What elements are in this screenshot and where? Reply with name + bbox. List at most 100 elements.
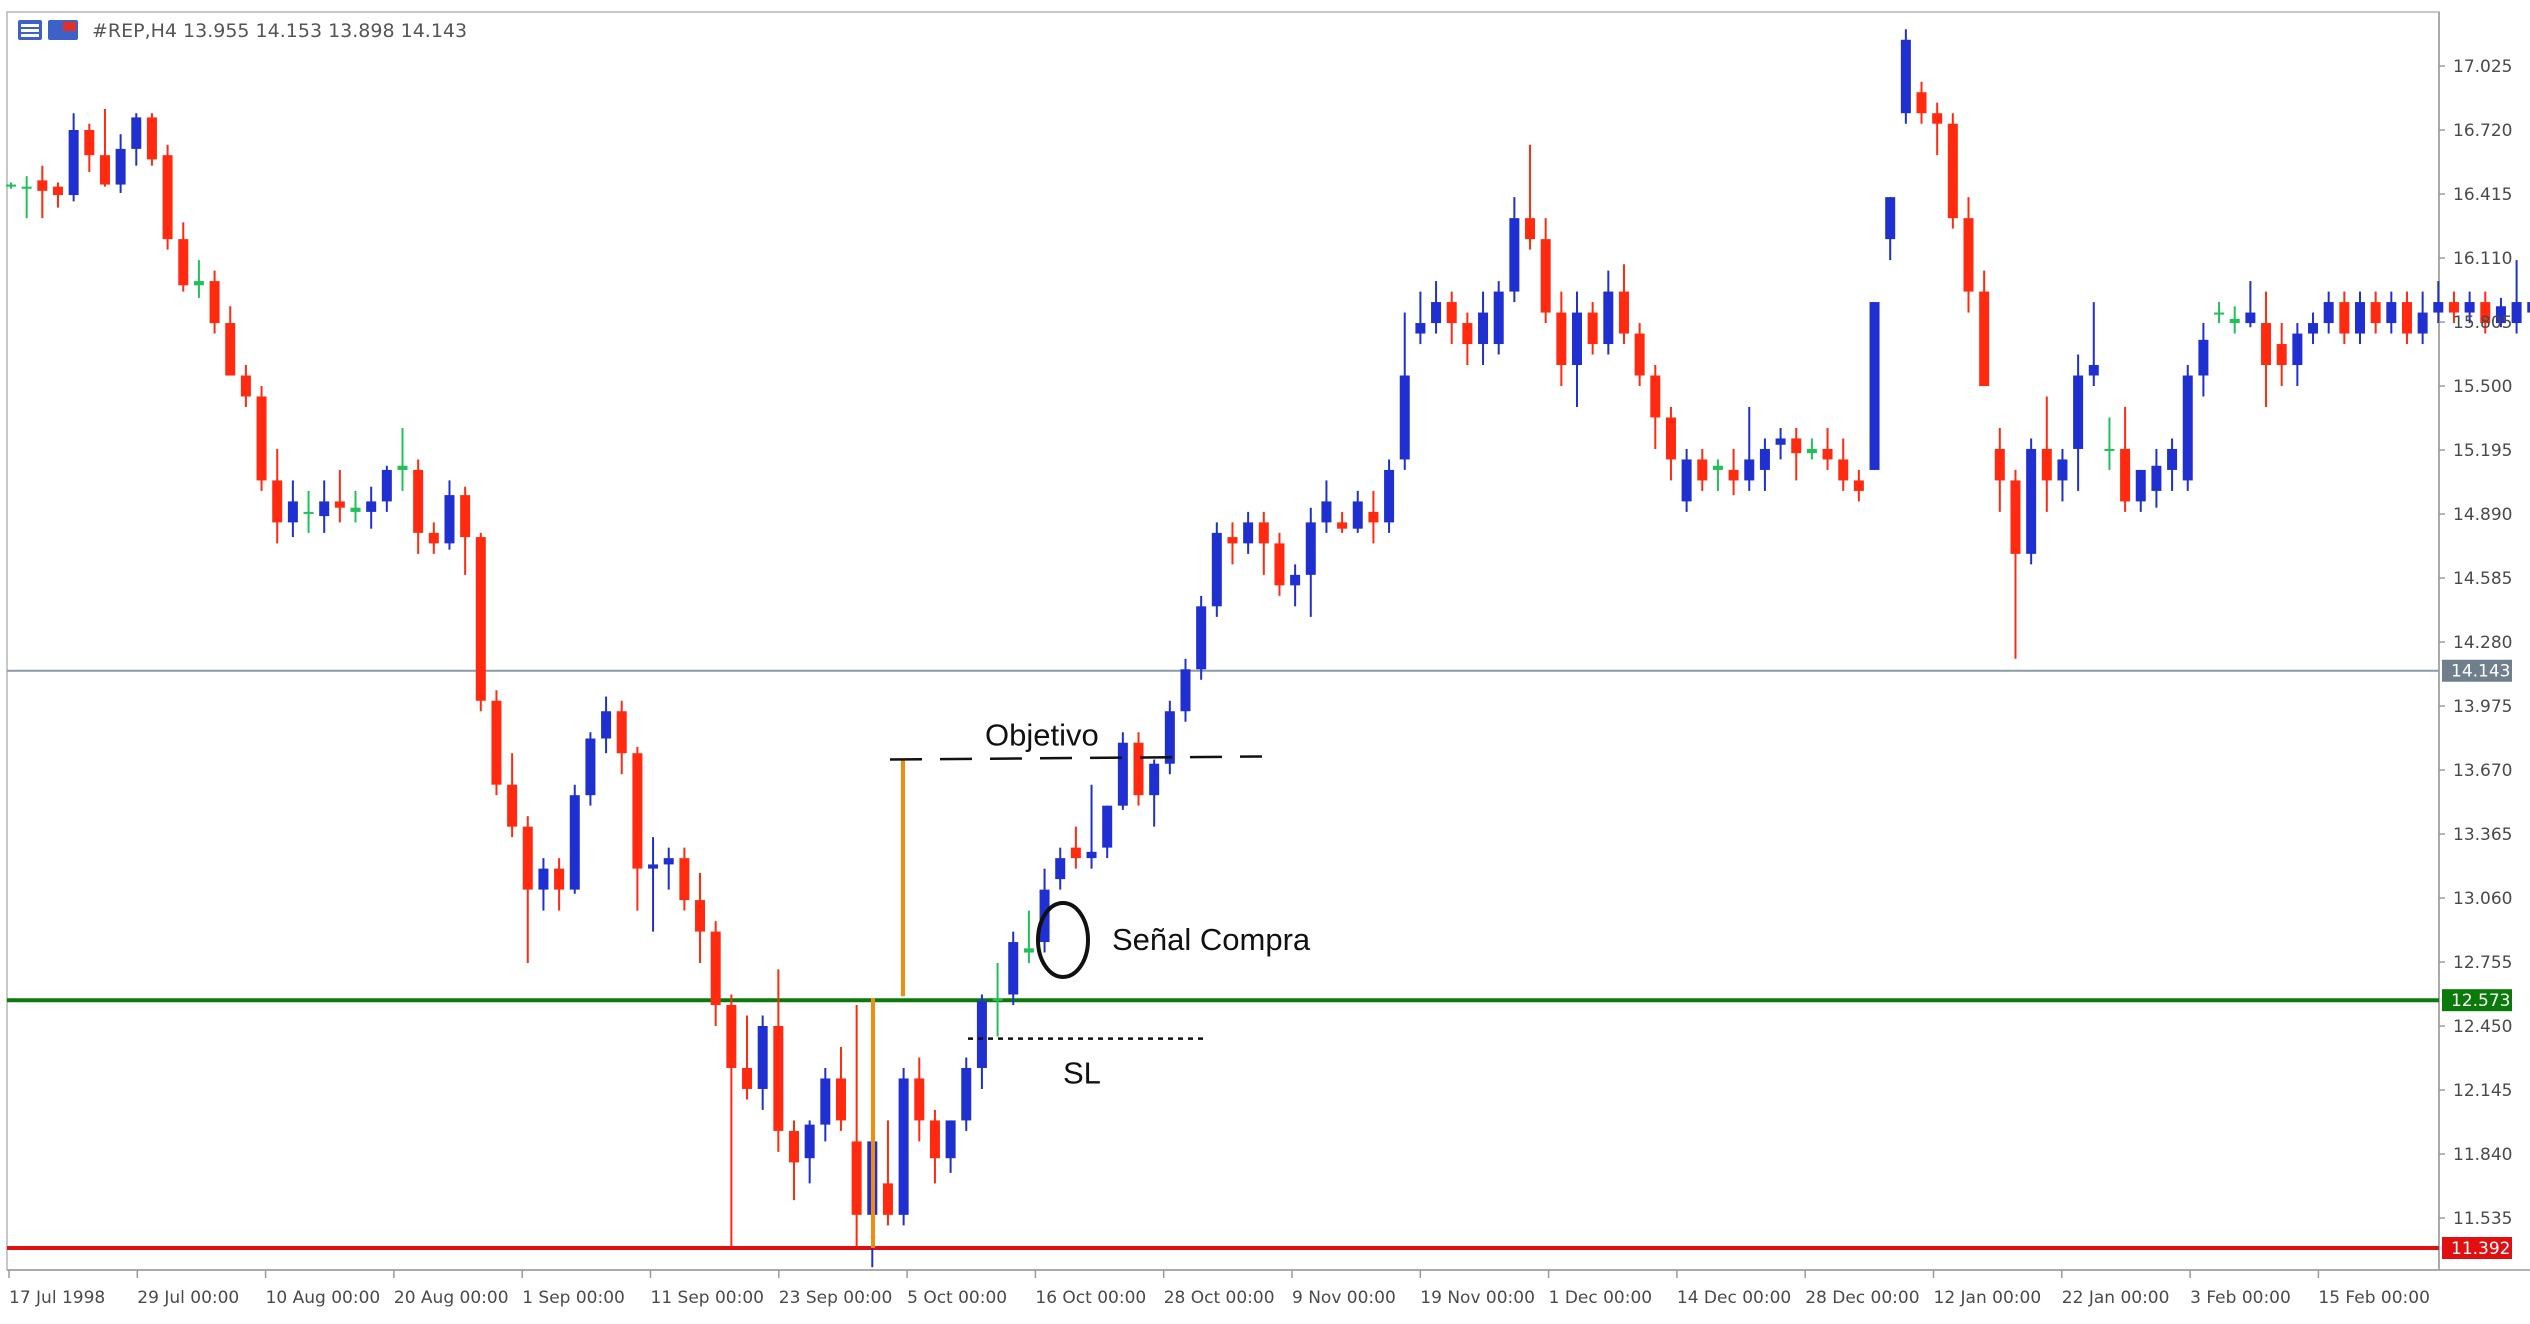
y-tick-label: 14.280: [2453, 633, 2512, 653]
y-tick-label: 13.975: [2453, 697, 2512, 717]
candle-body: [1055, 858, 1066, 880]
candle-body: [1540, 239, 1551, 313]
candle-body: [1290, 574, 1301, 586]
candle-body: [710, 931, 721, 1006]
x-tick-label: 14 Dec 00:00: [1677, 1288, 1791, 1308]
symbol-info: #REP,H4 13.955 14.153 13.898 14.143: [92, 20, 467, 42]
candle-body: [1634, 333, 1645, 376]
candle: [1869, 302, 1880, 470]
candle-body: [2401, 302, 2412, 334]
y-tick-label: 11.535: [2453, 1209, 2512, 1229]
x-tick-label: 5 Oct 00:00: [907, 1288, 1007, 1308]
menu-icon[interactable]: [18, 20, 42, 40]
candle-body: [1384, 469, 1395, 523]
candle-body: [648, 864, 659, 869]
candle-body: [381, 469, 392, 502]
candle-body: [757, 1026, 768, 1089]
candle-body: [1822, 448, 1833, 460]
candle-body: [2073, 375, 2084, 449]
candle: [2511, 260, 2522, 334]
candle-body: [1352, 501, 1363, 529]
candle-body: [2120, 448, 2131, 502]
candle-body: [1478, 312, 1489, 345]
candle: [1117, 732, 1128, 810]
candle: [162, 144, 173, 250]
candle-body: [1665, 417, 1676, 460]
candle-body: [1196, 606, 1207, 670]
candle-body: [2182, 375, 2193, 481]
candle-body: [444, 495, 455, 544]
candle: [146, 113, 157, 166]
x-tick-label: 17 Jul 1998: [9, 1288, 105, 1308]
x-tick-label: 28 Dec 00:00: [1805, 1288, 1919, 1308]
candle-body: [366, 501, 377, 512]
candle-body: [1603, 291, 1614, 345]
candle-body: [2198, 339, 2209, 376]
candle-body: [601, 711, 612, 739]
candle: [2026, 438, 2037, 565]
candle-body: [491, 700, 502, 785]
candle-body: [1070, 847, 1081, 859]
candle-body: [1180, 669, 1191, 712]
x-tick-label: 19 Nov 00:00: [1420, 1288, 1535, 1308]
candle-body: [1164, 711, 1175, 764]
candle-body: [240, 375, 251, 397]
candle-body: [1853, 480, 1864, 491]
candle-body: [1681, 459, 1692, 502]
candle-body: [2010, 480, 2021, 554]
candle-body: [929, 1120, 940, 1159]
candle-body: [789, 1130, 799, 1163]
candle: [1947, 113, 1958, 229]
candle-body: [2339, 302, 2350, 334]
candle-body: [882, 1183, 893, 1215]
candle-body: [1838, 459, 1849, 481]
candle-body: [2464, 302, 2475, 313]
candle: [1133, 732, 1144, 806]
candle-body: [1431, 302, 1442, 324]
candle-body: [256, 396, 267, 481]
y-tick-label: 11.840: [2453, 1145, 2512, 1165]
candle-body: [21, 186, 32, 189]
candle: [569, 784, 580, 894]
y-tick-label: 16.110: [2453, 249, 2512, 269]
candle-body: [2151, 465, 2162, 491]
candle-body: [2245, 312, 2256, 324]
candle-body: [475, 537, 486, 701]
y-tick-label: 13.060: [2453, 889, 2512, 909]
time-axis: 17 Jul 1998 29 Jul 00:00 10 Aug 00:00 20 Au…: [8, 1270, 2430, 1308]
candle: [1196, 595, 1207, 680]
y-tick-label: 16.720: [2453, 121, 2512, 141]
candle-body: [1791, 438, 1802, 454]
candle-body: [2433, 302, 2444, 313]
candle: [1900, 29, 1911, 124]
candle-body: [1149, 763, 1160, 796]
candle-body: [1274, 543, 1285, 586]
candle-body: [585, 738, 596, 796]
candle: [1211, 522, 1222, 617]
candle-body: [1885, 197, 1896, 240]
x-tick-label: 16 Oct 00:00: [1035, 1288, 1146, 1308]
candle-body: [1008, 942, 1019, 995]
candle-body: [2167, 448, 2178, 470]
y-tick-label: 12.145: [2453, 1081, 2512, 1101]
candle-body: [1525, 218, 1536, 240]
candle-body: [1509, 218, 1520, 292]
candle-body: [1618, 291, 1629, 334]
candle-body: [1368, 511, 1379, 523]
candle: [475, 532, 486, 712]
y-tick-label: 13.365: [2453, 825, 2512, 845]
candle-body: [68, 130, 79, 196]
candle: [1164, 700, 1175, 775]
candle: [1493, 281, 1504, 355]
plot-frame: [6, 11, 2440, 1271]
window-icon[interactable]: [48, 20, 78, 40]
candle-body: [663, 858, 674, 865]
candle-body: [146, 117, 157, 160]
candle: [898, 1067, 909, 1226]
candle-body: [428, 532, 439, 544]
candle-body: [695, 900, 706, 932]
candle-body: [52, 186, 63, 196]
candle-body: [272, 480, 283, 523]
candle-body: [554, 868, 565, 890]
x-tick-label: 22 Jan 00:00: [2062, 1288, 2170, 1308]
